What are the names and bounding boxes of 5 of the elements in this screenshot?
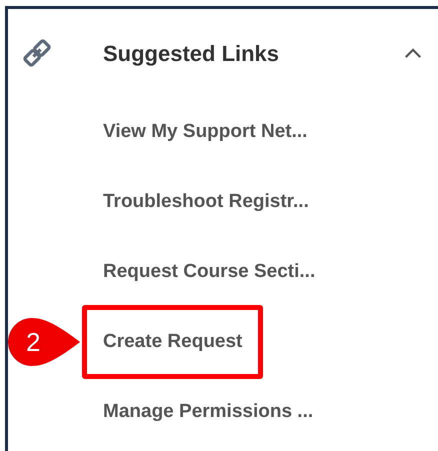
section-title: Suggested Links bbox=[103, 40, 280, 68]
step-callout: 2 bbox=[8, 317, 80, 367]
chevron-up-icon[interactable] bbox=[404, 48, 422, 58]
suggested-link[interactable]: Create Request bbox=[82, 304, 264, 380]
link-icon bbox=[22, 38, 52, 68]
